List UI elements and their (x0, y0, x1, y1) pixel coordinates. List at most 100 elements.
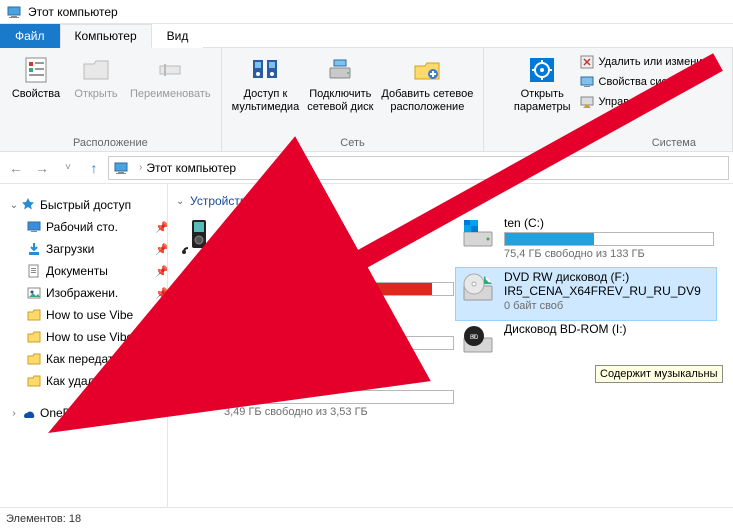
drive-name: Дисковод BD-ROM (I:) (504, 322, 714, 338)
pictures-icon (26, 285, 42, 301)
drive-item[interactable]: ten (C:) 75,4 ГБ свободно из 133 ГБ (456, 214, 716, 268)
drive-free-text: 0 байт своб (504, 300, 714, 312)
sidebar-item[interactable]: Документы📌 (8, 260, 167, 282)
system-properties-button[interactable]: Свойства системы (577, 72, 705, 92)
media-access-label: Доступ к мультимедиа (232, 88, 300, 114)
drive-icon (458, 216, 498, 256)
capacity-bar (504, 232, 714, 246)
chevron-right-icon: › (139, 162, 142, 173)
tab-computer[interactable]: Компьютер (60, 24, 152, 48)
quick-access-label: Быстрый доступ (40, 198, 131, 212)
sidebar-item-label: Как удалить вст (46, 374, 167, 388)
sidebar-item[interactable]: How to use Vibe (8, 304, 167, 326)
drive-item[interactable]: store (E:)8,47 ГБ свободно из 95,0 ГБ (176, 264, 456, 318)
sidebar-item[interactable]: How to use Vibe (8, 326, 167, 348)
drive-free-text: 75,4 ГБ свободно из 133 ГБ (504, 248, 714, 260)
tab-view[interactable]: Вид (152, 24, 204, 48)
sidebar-item-label: Как передать фа (46, 352, 167, 366)
sidebar-item[interactable]: Загрузки📌 (8, 238, 167, 260)
drive-item[interactable]: HP_TOOLS (H:) 1,98 ГБ свободно из 2,00 ГБ (176, 318, 456, 372)
media-icon (249, 54, 281, 86)
drive-name: HP_TOOLS (H:) (224, 320, 454, 336)
sidebar: ⌄ Быстрый доступ Рабочий сто.📌Загрузки📌Д… (0, 184, 168, 507)
sidebar-item-label: Документы (46, 264, 155, 278)
manage-icon (579, 94, 595, 110)
drive-free-text: 1,98 ГБ свободно из 2,00 ГБ (224, 352, 454, 364)
drive-item[interactable]: DVD RW дисковод (F:) IR5_CENA_X64FREV_RU… (456, 268, 716, 320)
status-bar: Элементов: 18 (0, 507, 733, 529)
open-icon (80, 54, 112, 86)
sidebar-item-label: Изображени. (46, 286, 155, 300)
nav-forward-button[interactable]: → (30, 156, 54, 180)
properties-label: Свойства (12, 88, 60, 101)
pin-icon: 📌 (155, 221, 167, 234)
nav-up-button[interactable]: ↑ (82, 156, 106, 180)
sidebar-item[interactable]: Изображени.📌 (8, 282, 167, 304)
window-title: Этот компьютер (28, 5, 118, 19)
tooltip: Содержит музыкальны (595, 365, 723, 383)
group-system-label: Система (652, 135, 726, 150)
drive-icon: BD (458, 322, 498, 362)
map-drive-button[interactable]: Подключить сетевой диск (303, 50, 377, 116)
drive-item[interactable]: Локальный диск (K:)3,49 ГБ свободно из 3… (176, 372, 456, 426)
drive-free-text: 3,49 ГБ свободно из 3,53 ГБ (224, 406, 454, 418)
breadcrumb-location: Этот компьютер (146, 161, 236, 175)
capacity-bar (224, 390, 454, 404)
drive-icon (178, 266, 218, 306)
drive-free-text: 8,47 ГБ свободно из 95,0 ГБ (224, 298, 454, 310)
manage-button[interactable]: Управление (577, 92, 705, 112)
open-label: Открыть (74, 88, 117, 101)
manage-label: Управление (599, 96, 660, 108)
media-access-button[interactable]: Доступ к мультимедиа (228, 50, 304, 116)
star-icon (20, 197, 36, 213)
drive-name: GT-I8160 (224, 216, 454, 232)
drive-item[interactable]: BD Дисковод BD-ROM (I:) (456, 320, 716, 370)
ribbon-group-location: Свойства Открыть Переименовать Расположе… (0, 48, 222, 151)
settings-icon (526, 54, 558, 86)
nav-recent-button[interactable]: ˅ (56, 156, 80, 180)
computer-icon (6, 4, 22, 20)
sidebar-item[interactable]: Как удалить вст (8, 370, 167, 392)
breadcrumb[interactable]: › Этот компьютер (108, 156, 729, 180)
group-location-label: Расположение (73, 135, 148, 150)
drive-item[interactable]: GT-I8160 (176, 214, 456, 264)
tab-file[interactable]: Файл (0, 24, 60, 48)
folder-icon (26, 373, 42, 389)
drive-icon (178, 374, 218, 414)
properties-button[interactable]: Свойства (6, 50, 66, 103)
ribbon-group-network: Доступ к мультимедиа Подключить сетевой … (222, 48, 485, 151)
sidebar-item[interactable]: Рабочий сто.📌 (8, 216, 167, 238)
sidebar-onedrive[interactable]: › OneDrive (8, 402, 167, 424)
pin-icon: 📌 (155, 265, 167, 278)
chevron-down-icon: ⌄ (176, 196, 190, 207)
capacity-bar (224, 282, 454, 296)
add-net-location-button[interactable]: Добавить сетевое расположение (377, 50, 477, 116)
map-drive-icon (324, 54, 356, 86)
ribbon: Свойства Открыть Переименовать Расположе… (0, 48, 733, 152)
title-bar: Этот компьютер (0, 0, 733, 24)
sidebar-item[interactable]: Как передать фа (8, 348, 167, 370)
drive-name: ten (C:) (504, 216, 714, 232)
uninstall-label: Удалить или измени (599, 56, 703, 68)
uninstall-button[interactable]: Удалить или измени (577, 52, 705, 72)
chevron-down-icon: ⌄ (8, 200, 20, 211)
nav-bar: ← → ˅ ↑ › Этот компьютер (0, 152, 733, 184)
breadcrumb-computer-icon (113, 160, 129, 176)
sidebar-item-label: Загрузки (46, 242, 155, 256)
rename-label: Переименовать (130, 88, 211, 101)
open-button[interactable]: Открыть (66, 50, 126, 103)
capacity-bar (224, 336, 454, 350)
group-network-label: Сеть (340, 135, 364, 150)
documents-icon (26, 263, 42, 279)
sidebar-quick-access[interactable]: ⌄ Быстрый доступ (8, 194, 167, 216)
open-settings-button[interactable]: Открыть параметры (510, 50, 575, 116)
rename-button[interactable]: Переименовать (126, 50, 215, 103)
drive-icon (178, 320, 218, 360)
sysprop-label: Свойства системы (599, 76, 694, 88)
uninstall-icon (579, 54, 595, 70)
section-header-label: Устройства и диски (10) (190, 194, 322, 208)
content: ⌄ Быстрый доступ Рабочий сто.📌Загрузки📌Д… (0, 184, 733, 507)
devices-section-header[interactable]: ⌄ Устройства и диски (10) (176, 192, 733, 214)
status-item-count: Элементов: 18 (6, 513, 81, 525)
nav-back-button[interactable]: ← (4, 156, 28, 180)
